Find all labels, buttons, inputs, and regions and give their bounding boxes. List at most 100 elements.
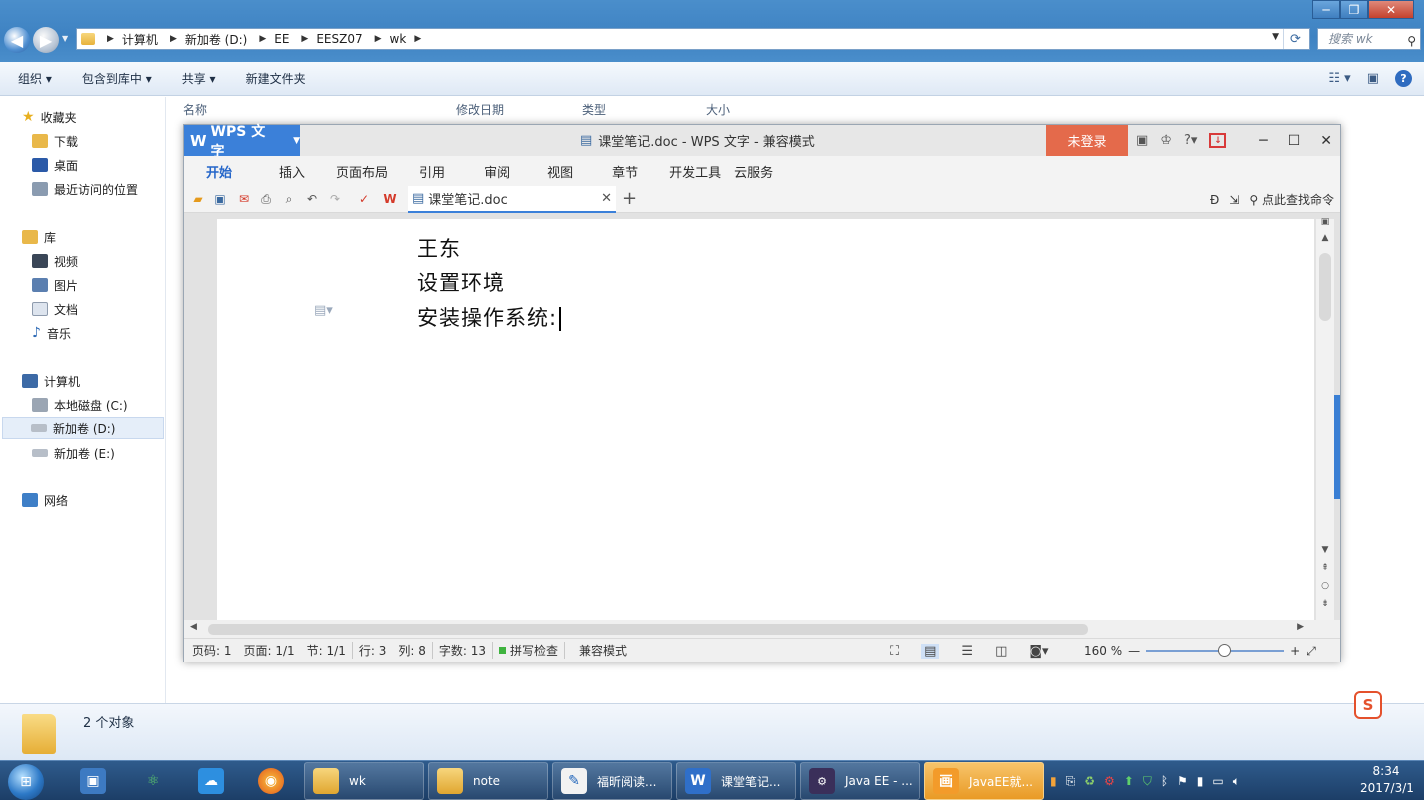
outline-view-icon[interactable]: ☰: [961, 644, 973, 659]
download-icon[interactable]: ↓: [1209, 133, 1227, 148]
next-page-icon[interactable]: ⇟: [1319, 599, 1331, 609]
share-button[interactable]: 共享 ▾: [164, 70, 228, 87]
print-preview-icon[interactable]: ⌕: [281, 191, 297, 207]
tray-security-icon[interactable]: ♻: [1084, 774, 1095, 788]
ruler-toggle-icon[interactable]: ▣: [1319, 217, 1331, 227]
nav-desktop[interactable]: 桌面: [32, 154, 78, 176]
minimize-button[interactable]: ─: [1312, 0, 1340, 19]
nav-drive-c[interactable]: 本地磁盘 (C:): [32, 394, 128, 416]
print-icon[interactable]: ⎙: [258, 191, 274, 207]
breadcrumb-item[interactable]: ▶ 新加卷 (D:): [164, 31, 253, 48]
tab-page-layout[interactable]: 页面布局: [318, 162, 401, 181]
maximize-button[interactable]: ❐: [1340, 0, 1368, 19]
new-folder-button[interactable]: 新建文件夹: [228, 70, 318, 87]
scroll-left-icon[interactable]: ◀: [190, 622, 197, 632]
document-tab[interactable]: ▤ 课堂笔记.doc ✕: [408, 186, 616, 213]
include-in-library-button[interactable]: 包含到库中 ▾: [64, 70, 164, 87]
taskbar-item-note[interactable]: note: [428, 762, 548, 800]
tray-shield-icon[interactable]: ⛉: [1143, 774, 1152, 789]
vertical-scrollbar[interactable]: ▣ ▲ ▼ ⇞ ○ ⇟: [1316, 217, 1334, 620]
tab-references[interactable]: 引用: [401, 162, 458, 181]
save-icon[interactable]: ▣: [212, 191, 228, 207]
sogou-ime-icon[interactable]: S: [1354, 691, 1382, 719]
clock[interactable]: 8:34 2017/3/1: [1360, 763, 1414, 797]
zoom-slider-knob[interactable]: [1218, 644, 1232, 657]
taskbar-item-eclipse[interactable]: ⚙ Java EE - ...: [800, 762, 920, 800]
document-line[interactable]: 设置环境: [417, 267, 505, 297]
tray-gear-icon[interactable]: ⚙: [1104, 774, 1115, 788]
help-icon[interactable]: ?▾: [1184, 133, 1197, 148]
help-icon[interactable]: ?: [1395, 70, 1412, 87]
breadcrumb-item[interactable]: ▶ wk ▶: [369, 32, 428, 46]
close-button[interactable]: ✕: [1320, 133, 1332, 149]
taskbar-pinned-app[interactable]: ◉: [250, 762, 284, 800]
nav-drive-e[interactable]: 新加卷 (E:): [32, 442, 115, 464]
nav-recent[interactable]: 最近访问的位置: [32, 178, 138, 200]
scroll-thumb[interactable]: [208, 624, 1088, 635]
customize-icon[interactable]: ✓: [356, 191, 372, 207]
reading-mode-icon[interactable]: ◙▾: [1029, 644, 1048, 659]
taskbar-pinned-app[interactable]: ▣: [72, 762, 106, 800]
tab-chapter[interactable]: 章节: [586, 162, 651, 181]
tab-cloud[interactable]: 云服务: [734, 162, 786, 181]
column-header-size[interactable]: 大小: [706, 101, 730, 118]
scroll-right-icon[interactable]: ▶: [1297, 622, 1304, 632]
taskbar-item-wk[interactable]: wk: [304, 762, 424, 800]
undo-icon[interactable]: ↶: [304, 191, 320, 207]
tab-home[interactable]: 开始: [184, 162, 245, 181]
search-input[interactable]: 搜索 wk ⚲: [1317, 28, 1421, 50]
download-tool-icon[interactable]: ⇲: [1229, 193, 1239, 207]
page-view-icon[interactable]: ▤: [921, 643, 940, 659]
nav-music[interactable]: ♪ 音乐: [32, 322, 71, 344]
fit-page-icon[interactable]: ⤢: [1306, 644, 1316, 659]
fullscreen-icon[interactable]: ⛶: [890, 644, 899, 659]
refresh-icon[interactable]: ⟳: [1283, 29, 1307, 49]
scroll-down-icon[interactable]: ▼: [1319, 545, 1331, 555]
scroll-thumb[interactable]: [1319, 253, 1331, 321]
find-command[interactable]: ⚲ 点此查找命令: [1249, 191, 1334, 208]
minimize-button[interactable]: ─: [1259, 133, 1267, 149]
spell-check-toggle[interactable]: 拼写检查: [491, 642, 564, 659]
tab-review[interactable]: 审阅: [458, 162, 523, 181]
shirt-icon[interactable]: ♔: [1160, 133, 1172, 148]
export-pdf-icon[interactable]: ✉: [236, 191, 252, 207]
document-line[interactable]: 安装操作系统:: [417, 302, 562, 332]
column-header-name[interactable]: 名称: [183, 101, 207, 118]
tray-volume-icon[interactable]: 🔈︎: [1233, 774, 1240, 789]
maximize-button[interactable]: ☐: [1288, 133, 1301, 149]
wps-w-icon[interactable]: W: [382, 191, 398, 207]
zoom-out-icon[interactable]: —: [1128, 644, 1140, 658]
tray-app-icon[interactable]: ▮: [1050, 774, 1057, 788]
preview-pane-icon[interactable]: ▣: [1367, 71, 1379, 86]
taskbar-pinned-app[interactable]: ⚛: [132, 762, 166, 800]
browse-object-icon[interactable]: ○: [1319, 581, 1331, 591]
web-view-icon[interactable]: ◫: [995, 644, 1007, 659]
nav-drive-d[interactable]: 新加卷 (D:): [2, 417, 164, 439]
tray-flag-icon[interactable]: ⚑: [1177, 774, 1188, 788]
nav-computer[interactable]: 计算机: [22, 370, 80, 392]
nav-favorites[interactable]: ★ 收藏夹: [22, 106, 77, 128]
tray-battery-icon[interactable]: ▮: [1197, 774, 1204, 788]
start-button[interactable]: ⊞: [8, 764, 44, 800]
status-word-count[interactable]: 字数: 13: [431, 642, 492, 659]
taskbar-item-javaee[interactable]: 画 JavaEE就...: [924, 762, 1044, 800]
zoom-in-icon[interactable]: +: [1290, 644, 1300, 658]
open-icon[interactable]: ▰: [190, 191, 206, 207]
side-panel-handle[interactable]: [1334, 395, 1340, 499]
forward-button[interactable]: ▶: [33, 27, 59, 53]
column-header-date[interactable]: 修改日期: [456, 101, 504, 118]
tray-upload-icon[interactable]: ⬆: [1124, 774, 1134, 788]
address-bar[interactable]: ▶ 计算机 ▶ 新加卷 (D:) ▶ EE ▶ EESZ07 ▶ wk ▶ ▼ ⟳: [76, 28, 1310, 50]
redo-icon[interactable]: ↷: [327, 191, 343, 207]
tray-display-icon[interactable]: ▭: [1212, 774, 1223, 788]
document-page[interactable]: 王东 设置环境 安装操作系统: ▤▾: [217, 219, 1314, 620]
skin-icon[interactable]: ▣: [1136, 133, 1148, 148]
column-header-type[interactable]: 类型: [582, 101, 606, 118]
tab-insert[interactable]: 插入: [245, 162, 318, 181]
view-options-icon[interactable]: ☷ ▾: [1328, 71, 1350, 86]
zoom-slider[interactable]: [1146, 644, 1285, 657]
wps-app-menu[interactable]: W WPS 文字 ▼: [184, 124, 300, 160]
document-line[interactable]: 王东: [417, 233, 461, 263]
tab-view[interactable]: 视图: [523, 162, 586, 181]
nav-network[interactable]: 网络: [22, 489, 68, 511]
